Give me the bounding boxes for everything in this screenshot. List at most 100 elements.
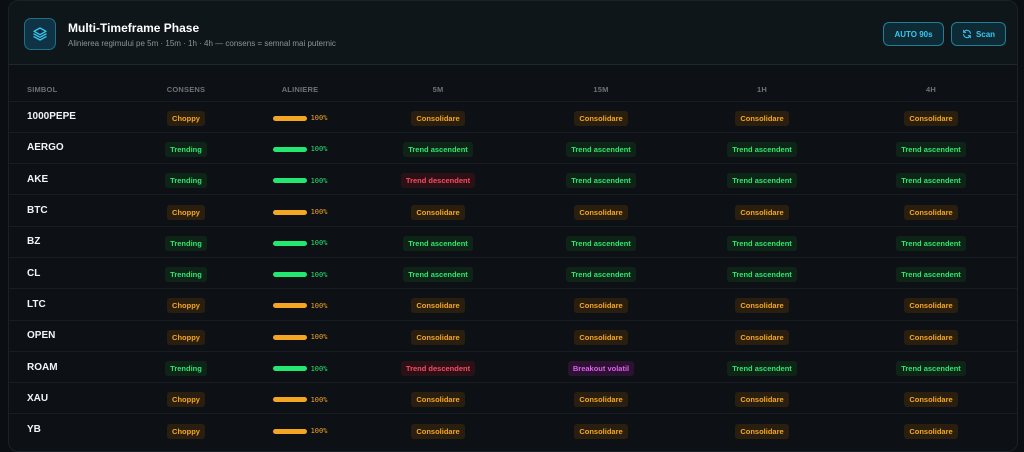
- column-header-symbol[interactable]: SIMBOL: [9, 79, 127, 101]
- alignment-cell: 100%: [245, 100, 355, 133]
- tf-1h-cell: Consolidare: [681, 288, 843, 321]
- tf-4h-cell: Consolidare: [843, 194, 1017, 227]
- phase-badge: Trend ascendent: [727, 173, 797, 189]
- consensus-badge: Trending: [165, 141, 207, 157]
- phase-badge: Trend ascendent: [896, 141, 966, 157]
- alignment-percent: 100%: [310, 333, 328, 342]
- alignment-percent: 100%: [310, 208, 328, 217]
- phase-badge: Consolidare: [735, 298, 789, 314]
- consensus-badge: Choppy: [167, 204, 205, 220]
- table-row[interactable]: AKE Trending 100% Trend descendent Trend asc…: [9, 163, 1017, 195]
- column-header-alignment[interactable]: ALINIERE: [245, 79, 355, 101]
- symbol-label: CL: [27, 267, 41, 279]
- tf-4h-cell: Consolidare: [843, 319, 1017, 352]
- table-row[interactable]: 1000PEPE Choppy 100% Consolidare Consolidare…: [9, 100, 1017, 133]
- alignment-cell: 100%: [245, 288, 355, 321]
- symbol-cell: CL: [9, 256, 127, 289]
- table-row[interactable]: OPEN Choppy 100% Consolidare Consolidare Cons…: [9, 319, 1017, 352]
- alignment-bar: [272, 115, 307, 121]
- consensus-cell: Trending: [127, 350, 245, 383]
- table-row[interactable]: XAU Choppy 100% Consolidare Consolidare Conso…: [9, 382, 1017, 414]
- tf-1h-cell: Trend ascendent: [681, 225, 843, 258]
- alignment-percent: 100%: [310, 427, 328, 436]
- symbol-label: AERGO: [27, 142, 64, 154]
- consensus-badge: Choppy: [167, 329, 205, 345]
- alignment-cell: 100%: [245, 382, 355, 414]
- phase-badge: Trend ascendent: [727, 235, 797, 251]
- table-row[interactable]: LTC Choppy 100% Consolidare Consolidare Conso…: [9, 288, 1017, 321]
- tf-4h-cell: Consolidare: [843, 288, 1017, 321]
- table-header-row: SIMBOL CONSENS ALINIERE 5M 15M 1H 4H: [9, 79, 1017, 101]
- tf-1h-cell: Trend ascendent: [681, 131, 843, 164]
- alignment-bar: [272, 146, 307, 152]
- symbol-label: XAU: [27, 392, 49, 404]
- phase-badge: Trend ascendent: [896, 361, 966, 377]
- phase-badge: Consolidare: [574, 298, 628, 314]
- consensus-badge: Choppy: [167, 392, 205, 408]
- tf-15m-cell: Trend ascendent: [521, 163, 681, 195]
- table-row[interactable]: CL Trending 100% Trend ascendent Trend ascen…: [9, 256, 1017, 289]
- alignment-bar: [272, 397, 307, 403]
- column-header-1h[interactable]: 1H: [681, 79, 843, 101]
- alignment-cell: 100%: [245, 131, 355, 164]
- table-row[interactable]: BZ Trending 100% Trend ascendent Trend ascen…: [9, 225, 1017, 258]
- phase-badge: Consolidare: [574, 329, 628, 345]
- alignment-percent: 100%: [310, 364, 328, 373]
- phase-badge: Consolidare: [904, 298, 958, 314]
- symbol-label: OPEN: [27, 330, 56, 342]
- alignment-bar: [272, 303, 307, 309]
- phase-badge: Consolidare: [904, 423, 958, 439]
- symbol-cell: YB: [9, 413, 127, 446]
- symbol-label: BZ: [27, 236, 41, 248]
- phase-badge: Consolidare: [735, 392, 789, 408]
- alignment-cell: 100%: [245, 194, 355, 227]
- tf-4h-cell: Trend ascendent: [843, 163, 1017, 195]
- column-header-4h[interactable]: 4H: [843, 79, 1017, 101]
- tf-1h-cell: Trend ascendent: [681, 163, 843, 195]
- phase-badge: Consolidare: [904, 110, 958, 126]
- phase-badge: Consolidare: [411, 423, 465, 439]
- scan-button[interactable]: Scan: [951, 22, 1006, 46]
- tf-5m-cell: Consolidare: [355, 100, 521, 133]
- tf-4h-cell: Trend ascendent: [843, 225, 1017, 258]
- phase-badge: Trend ascendent: [727, 267, 797, 283]
- tf-4h-cell: Consolidare: [843, 100, 1017, 133]
- table-row[interactable]: YB Choppy 100% Consolidare Consolidare Consol…: [9, 413, 1017, 446]
- layers-icon: [24, 18, 56, 50]
- tf-15m-cell: Trend ascendent: [521, 256, 681, 289]
- phase-badge: Consolidare: [735, 423, 789, 439]
- phase-badge: Consolidare: [411, 392, 465, 408]
- column-header-consensus[interactable]: CONSENS: [127, 79, 245, 101]
- symbol-label: 1000PEPE: [27, 111, 76, 123]
- alignment-bar: [272, 178, 307, 184]
- auto-refresh-label: AUTO 90s: [894, 29, 933, 39]
- alignment-cell: 100%: [245, 350, 355, 383]
- column-header-15m[interactable]: 15M: [521, 79, 681, 101]
- phase-badge: Trend ascendent: [566, 141, 636, 157]
- tf-15m-cell: Breakout volatil: [521, 350, 681, 383]
- phase-badge: Trend ascendent: [403, 141, 473, 157]
- table-row[interactable]: AERGO Trending 100% Trend ascendent Trend as…: [9, 131, 1017, 164]
- phase-badge: Trend ascendent: [566, 267, 636, 283]
- consensus-badge: Choppy: [167, 110, 205, 126]
- refresh-icon: [963, 29, 971, 39]
- auto-refresh-button[interactable]: AUTO 90s: [883, 22, 944, 46]
- alignment-bar: [272, 428, 307, 434]
- tf-15m-cell: Consolidare: [521, 319, 681, 352]
- consensus-badge: Trending: [165, 235, 207, 251]
- alignment-percent: 100%: [310, 301, 328, 310]
- alignment-percent: 100%: [310, 176, 328, 185]
- phase-badge: Trend ascendent: [727, 141, 797, 157]
- page-title: Multi-Timeframe Phase: [68, 21, 200, 35]
- column-header-5m[interactable]: 5M: [355, 79, 521, 101]
- tf-5m-cell: Trend ascendent: [355, 256, 521, 289]
- tf-15m-cell: Trend ascendent: [521, 131, 681, 164]
- tf-5m-cell: Consolidare: [355, 319, 521, 352]
- table-row[interactable]: ROAM Trending 100% Trend descendent Breakout…: [9, 350, 1017, 383]
- consensus-badge: Choppy: [167, 298, 205, 314]
- symbol-cell: BTC: [9, 194, 127, 227]
- phase-badge: Consolidare: [574, 110, 628, 126]
- tf-4h-cell: Trend ascendent: [843, 350, 1017, 383]
- phase-badge: Consolidare: [735, 204, 789, 220]
- table-row[interactable]: BTC Choppy 100% Consolidare Consolidare Conso…: [9, 194, 1017, 227]
